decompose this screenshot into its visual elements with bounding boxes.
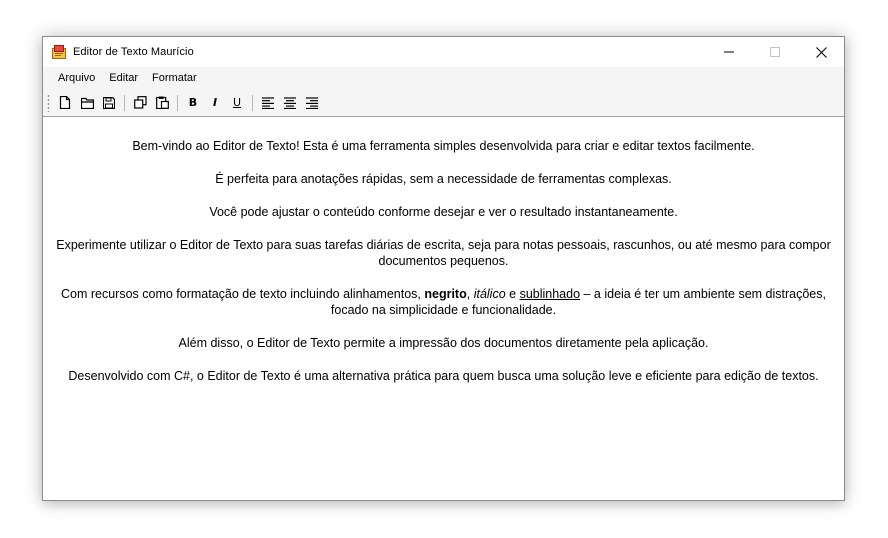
menu-editar[interactable]: Editar	[102, 70, 145, 86]
window-controls	[706, 37, 844, 67]
copy-button[interactable]	[130, 93, 150, 113]
document-paragraph: Além disso, o Editor de Texto permite a …	[178, 336, 709, 350]
copy-icon	[133, 96, 147, 109]
bold-text: negrito	[424, 287, 467, 301]
text-run: e	[505, 287, 520, 301]
italic-button[interactable]: I	[205, 93, 225, 113]
text-run: Com recursos como formatação de texto in…	[61, 287, 425, 301]
menu-formatar[interactable]: Formatar	[145, 70, 204, 86]
window-title: Editor de Texto Maurício	[73, 46, 194, 58]
toolbar-separator	[177, 94, 178, 111]
document-paragraph: Bem-vindo ao Editor de Texto! Esta é uma…	[132, 139, 755, 153]
new-document-icon	[59, 96, 71, 109]
editor-window: Editor de Texto Maurício Arquivo Editar …	[42, 36, 845, 501]
bold-button[interactable]: B	[183, 93, 203, 113]
text-editor-area[interactable]: Bem-vindo ao Editor de Texto! Esta é uma…	[43, 117, 844, 500]
document-paragraph: Desenvolvido com C#, o Editor de Texto é…	[68, 369, 819, 383]
close-button[interactable]	[798, 37, 844, 67]
document-paragraph-formatting: Com recursos como formatação de texto in…	[49, 286, 838, 318]
maximize-button[interactable]	[752, 37, 798, 67]
paste-icon	[155, 96, 169, 109]
italic-text: itálico	[473, 287, 506, 301]
minimize-button[interactable]	[706, 37, 752, 67]
toolbar: B I U	[43, 89, 844, 117]
menu-bar: Arquivo Editar Formatar	[43, 67, 844, 89]
minimize-icon	[724, 51, 734, 53]
align-left-button[interactable]	[258, 93, 278, 113]
save-icon	[103, 96, 115, 109]
close-icon	[815, 46, 827, 58]
toolbar-separator	[124, 94, 125, 111]
document-paragraph: Experimente utilizar o Editor de Texto p…	[56, 238, 831, 268]
align-right-icon	[306, 96, 318, 109]
paste-button[interactable]	[152, 93, 172, 113]
toolbar-separator	[252, 94, 253, 111]
maximize-icon	[770, 47, 780, 57]
new-button[interactable]	[55, 93, 75, 113]
title-bar[interactable]: Editor de Texto Maurício	[43, 37, 844, 67]
toolbar-grip[interactable]	[47, 93, 50, 112]
menu-arquivo[interactable]: Arquivo	[51, 70, 102, 86]
save-button[interactable]	[99, 93, 119, 113]
underline-button[interactable]: U	[227, 93, 247, 113]
text-run: ,	[466, 287, 474, 301]
align-center-button[interactable]	[280, 93, 300, 113]
document-paragraph: É perfeita para anotações rápidas, sem a…	[215, 172, 672, 186]
open-folder-icon	[80, 97, 94, 109]
underlined-text: sublinhado	[519, 287, 581, 301]
align-right-button[interactable]	[302, 93, 322, 113]
align-left-icon	[262, 96, 274, 109]
align-center-icon	[284, 96, 296, 109]
document-paragraph: Você pode ajustar o conteúdo conforme de…	[209, 205, 678, 219]
open-button[interactable]	[77, 93, 97, 113]
app-icon	[52, 45, 66, 59]
